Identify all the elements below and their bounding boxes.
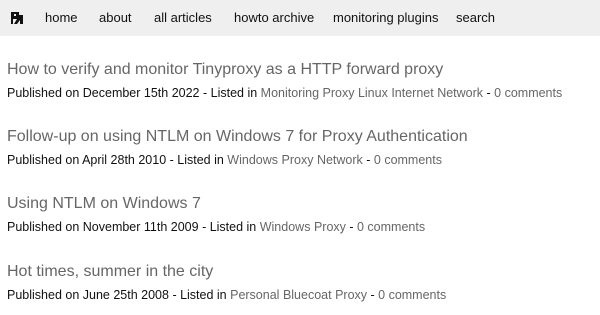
listed-label: - Listed in [199,86,261,100]
tag-link-windows[interactable]: Windows [227,153,278,167]
published-label: Published on [7,153,83,167]
published-label: Published on [7,220,83,234]
comments-link[interactable]: 0 comments [378,288,446,302]
tag-link-windows[interactable]: Windows [260,220,311,234]
post-item: How to verify and monitor Tinyproxy as a… [7,60,593,101]
tag-link-monitoring[interactable]: Monitoring [261,86,319,100]
post-meta: Published on November 11th 2009 - Listed… [7,220,426,234]
post-title-link[interactable]: How to verify and monitor Tinyproxy as a… [7,60,593,80]
post-date: June 25th 2008 [82,288,169,302]
post-date: April 28th 2010 [82,153,167,167]
tag-link-internet[interactable]: Internet [391,86,433,100]
top-navigation: home about all articles howto archive mo… [0,0,600,36]
post-date: November 11th 2009 [82,220,199,234]
post-item: Hot times, summer in the city Published … [7,262,593,303]
tag-link-proxy[interactable]: Proxy [335,288,367,302]
nav-howto-archive[interactable]: howto archive [234,10,314,26]
tag-link-network[interactable]: Network [437,86,483,100]
published-label: Published on [7,86,83,100]
post-item: Using NTLM on Windows 7 Published on Nov… [7,194,593,235]
nav-home[interactable]: home [45,10,78,26]
nav-about[interactable]: about [99,10,132,26]
post-title-link[interactable]: Follow-up on using NTLM on Windows 7 for… [7,127,593,147]
tag-link-bluecoat[interactable]: Bluecoat [283,288,332,302]
post-item: Follow-up on using NTLM on Windows 7 for… [7,127,593,168]
tag-link-proxy[interactable]: Proxy [282,153,314,167]
post-meta: Published on June 25th 2008 - Listed in … [7,288,447,302]
nav-search[interactable]: search [456,10,495,26]
post-meta: Published on December 15th 2022 - Listed… [7,86,563,100]
tag-link-personal[interactable]: Personal [230,288,279,302]
tag-link-proxy[interactable]: Proxy [323,86,355,100]
tag-link-linux[interactable]: Linux [358,86,388,100]
listed-label: - Listed in [168,288,231,302]
nav-monitoring-plugins[interactable]: monitoring plugins [333,10,439,26]
post-title-link[interactable]: Hot times, summer in the city [7,262,593,282]
post-title-link[interactable]: Using NTLM on Windows 7 [7,194,593,214]
comments-link[interactable]: 0 comments [374,153,442,167]
nav-all-articles[interactable]: all articles [154,10,212,26]
site-logo-icon[interactable] [10,11,24,25]
comments-link[interactable]: 0 comments [494,86,562,100]
tag-link-network[interactable]: Network [317,153,363,167]
post-meta: Published on April 28th 2010 - Listed in… [7,153,442,167]
listed-label: - Listed in [166,153,228,167]
tag-link-proxy[interactable]: Proxy [314,220,346,234]
post-date: December 15th 2022 [82,86,200,100]
comments-link[interactable]: 0 comments [357,220,425,234]
listed-label: - Listed in [198,220,260,234]
published-label: Published on [7,288,83,302]
